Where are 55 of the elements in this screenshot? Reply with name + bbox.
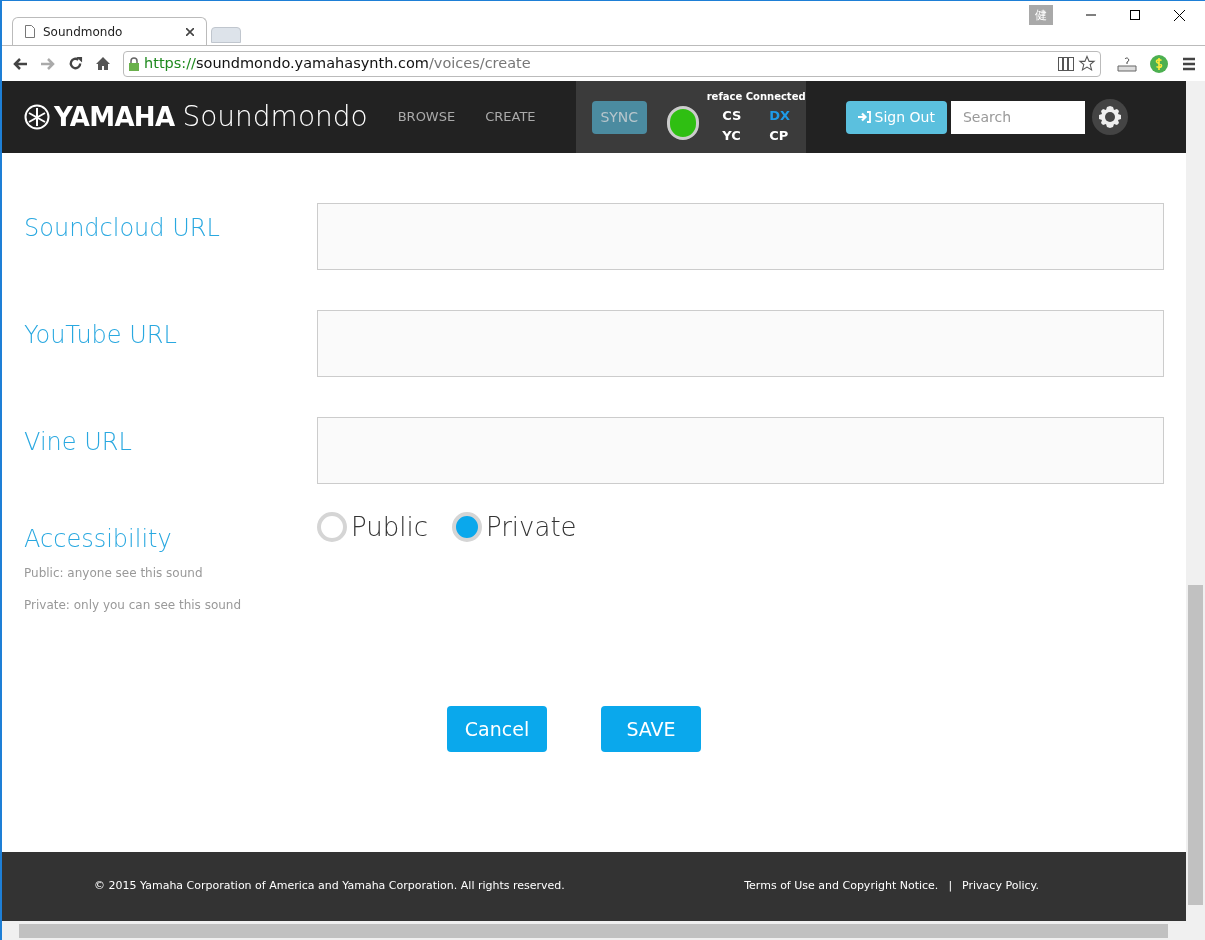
address-bar[interactable]: https://soundmondo.yamahasynth.com/voices/create (123, 50, 1101, 77)
scrollbar-thumb[interactable] (1188, 585, 1203, 905)
radio-button[interactable] (317, 512, 347, 542)
piano-icon[interactable] (1058, 56, 1074, 71)
product-name: Soundmondo (182, 99, 368, 135)
sign-in-icon (857, 111, 871, 123)
page-icon (25, 25, 35, 38)
copyright-text: © 2015 Yamaha Corporation of America and Yamaha Corporation. All rights reserved. (94, 878, 566, 895)
settings-icon[interactable] (1091, 99, 1128, 135)
model-tab[interactable]: YC (722, 125, 744, 145)
radio-option[interactable]: Public (317, 512, 428, 542)
device-status: reface Connected (706, 90, 806, 104)
field-label: Soundcloud URL (24, 213, 221, 243)
brand-name: YAMAHA (54, 100, 175, 134)
lock-icon (128, 56, 140, 71)
back-icon[interactable] (12, 56, 28, 71)
browser-tab[interactable]: Soundmondo (12, 17, 207, 45)
menu-icon[interactable] (1181, 56, 1197, 71)
radio-label: Private (485, 510, 577, 544)
url-text: https://soundmondo.yamahasynth.com/voices/create (144, 53, 532, 73)
search-field[interactable]: Search (950, 100, 1085, 134)
home-icon[interactable] (95, 56, 111, 71)
nav-link[interactable]: BROWSE (397, 107, 456, 127)
ime-badge: 健 (1029, 5, 1053, 25)
forward-icon[interactable] (40, 56, 56, 71)
model-tab[interactable]: CS (722, 106, 744, 126)
footer-link[interactable]: Privacy Policy. (962, 878, 1039, 895)
model-tab[interactable]: DX (769, 106, 790, 126)
radio-label: Public (351, 510, 428, 544)
vertical-scrollbar[interactable] (1186, 81, 1205, 921)
field-label: Vine URL (24, 427, 133, 457)
tuning-fork-logo-icon (24, 104, 50, 130)
nav-link[interactable]: CREATE (485, 107, 536, 127)
field-label: Accessibility (24, 524, 173, 554)
radio-option[interactable]: Private (451, 512, 577, 542)
separator: | (948, 878, 953, 895)
radio-button[interactable] (451, 512, 482, 542)
help-text: Private: only you can see this sound (24, 597, 243, 614)
close-icon[interactable] (1174, 9, 1185, 21)
text-field[interactable] (317, 417, 1164, 484)
reload-icon[interactable] (68, 56, 83, 71)
scrollbar-thumb[interactable] (19, 923, 1168, 938)
maximize-icon[interactable] (1130, 10, 1140, 20)
help-text: Public: anyone see this sound (24, 565, 204, 582)
text-field[interactable] (317, 310, 1164, 377)
star-icon[interactable] (1078, 55, 1096, 72)
tab-title: Soundmondo (43, 23, 124, 41)
close-icon[interactable] (186, 27, 194, 36)
horizontal-scrollbar[interactable] (2, 921, 1205, 940)
model-tab[interactable]: CP (769, 125, 790, 145)
field-label: YouTube URL (24, 320, 178, 350)
text-field[interactable] (317, 203, 1164, 270)
dollar-icon[interactable] (1149, 53, 1169, 74)
extension-icon[interactable] (1117, 55, 1137, 72)
footer-link[interactable]: Terms of Use and Copyright Notice. (744, 878, 939, 895)
